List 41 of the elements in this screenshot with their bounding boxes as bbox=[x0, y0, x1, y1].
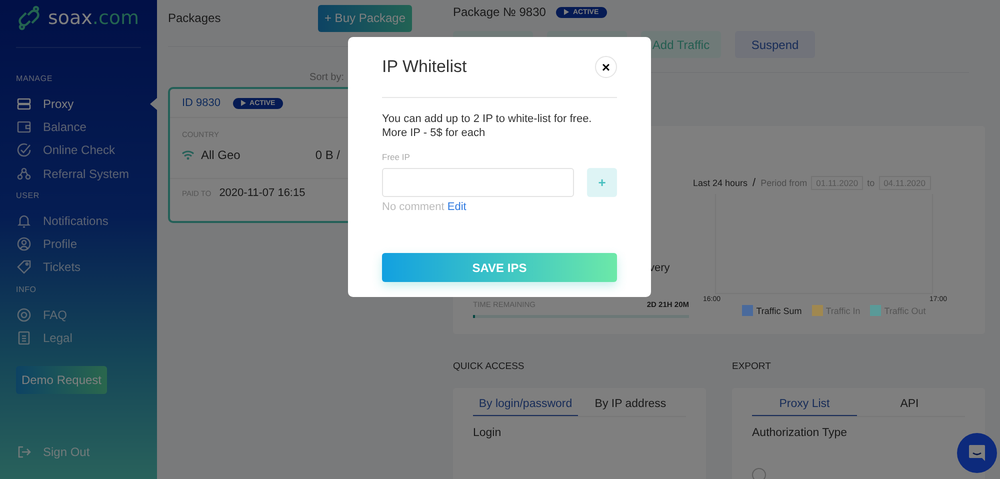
nav-item[interactable]: FAQ bbox=[16, 303, 157, 326]
save-button[interactable]: SAVE IPS bbox=[382, 253, 617, 282]
action-button[interactable]: Suspend bbox=[735, 31, 815, 58]
nav-item[interactable]: Notifications bbox=[16, 209, 157, 232]
logo-text: soax.com bbox=[48, 6, 140, 28]
package-id: ID 9830 bbox=[182, 97, 221, 109]
edit-link[interactable]: Edit bbox=[447, 201, 466, 213]
add-button[interactable]: + bbox=[587, 168, 617, 197]
tab[interactable]: Proxy List bbox=[752, 398, 857, 416]
field-label: Authorization Type bbox=[752, 427, 848, 439]
nav-item[interactable]: Tickets bbox=[16, 256, 157, 280]
nav-item[interactable]: Balance bbox=[16, 115, 157, 139]
section-heading: USER bbox=[16, 191, 40, 200]
paid-date: 2020-11-07 16:15 bbox=[219, 187, 306, 199]
tab[interactable]: API bbox=[857, 398, 962, 416]
sign-out-link[interactable]: Sign Out bbox=[16, 444, 157, 460]
traffic-value: 0 B / bbox=[315, 148, 340, 162]
nav-item[interactable]: Online Check bbox=[16, 138, 157, 162]
field-label: Login bbox=[473, 427, 502, 439]
tab[interactable]: By IP address bbox=[578, 398, 683, 416]
section-heading: QUICK ACCESS bbox=[453, 361, 526, 372]
package-title: Package № 9830 bbox=[453, 5, 546, 19]
close-button[interactable]: × bbox=[595, 56, 617, 78]
nav-item[interactable]: Referral System bbox=[16, 162, 157, 186]
separator: / bbox=[752, 177, 756, 189]
period-preset[interactable]: Last 24 hours bbox=[693, 178, 748, 188]
buy-package-button[interactable]: + Buy Package bbox=[318, 4, 412, 32]
dialog-title: IP Whitelist bbox=[382, 57, 467, 77]
nav-item[interactable]: Profile bbox=[16, 232, 157, 256]
field-label: Free IP bbox=[382, 152, 411, 162]
section-heading: INFO bbox=[16, 285, 36, 294]
section-heading: EXPORT bbox=[732, 361, 772, 372]
demo-request-button[interactable]: Demo Request bbox=[16, 366, 107, 394]
nav-item[interactable]: Proxy bbox=[16, 92, 157, 116]
action-button[interactable]: Add Traffic bbox=[641, 31, 721, 58]
country-value: All Geo bbox=[201, 148, 240, 162]
section-heading: MANAGE bbox=[16, 74, 52, 83]
legend-label[interactable]: Traffic Sum bbox=[756, 306, 802, 316]
tab[interactable]: By login/password bbox=[473, 398, 578, 416]
nav-item[interactable]: Legal bbox=[16, 326, 157, 350]
packages-title: Packages bbox=[168, 10, 221, 24]
